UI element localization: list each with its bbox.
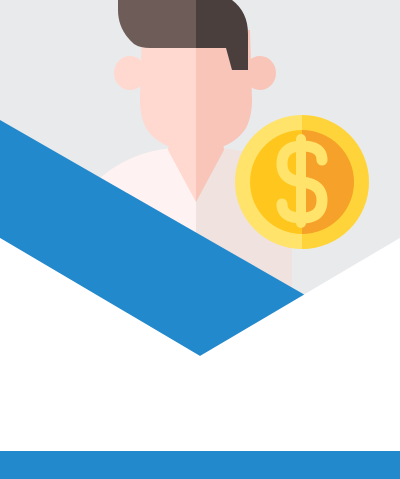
profile-banner: [0, 0, 400, 479]
dollar-coin-icon: [235, 115, 369, 249]
illustration-canvas: [0, 0, 400, 356]
dollar-sign: [276, 134, 328, 228]
bottom-accent-bar: [0, 451, 400, 479]
hexagon-badge: [0, 0, 400, 356]
